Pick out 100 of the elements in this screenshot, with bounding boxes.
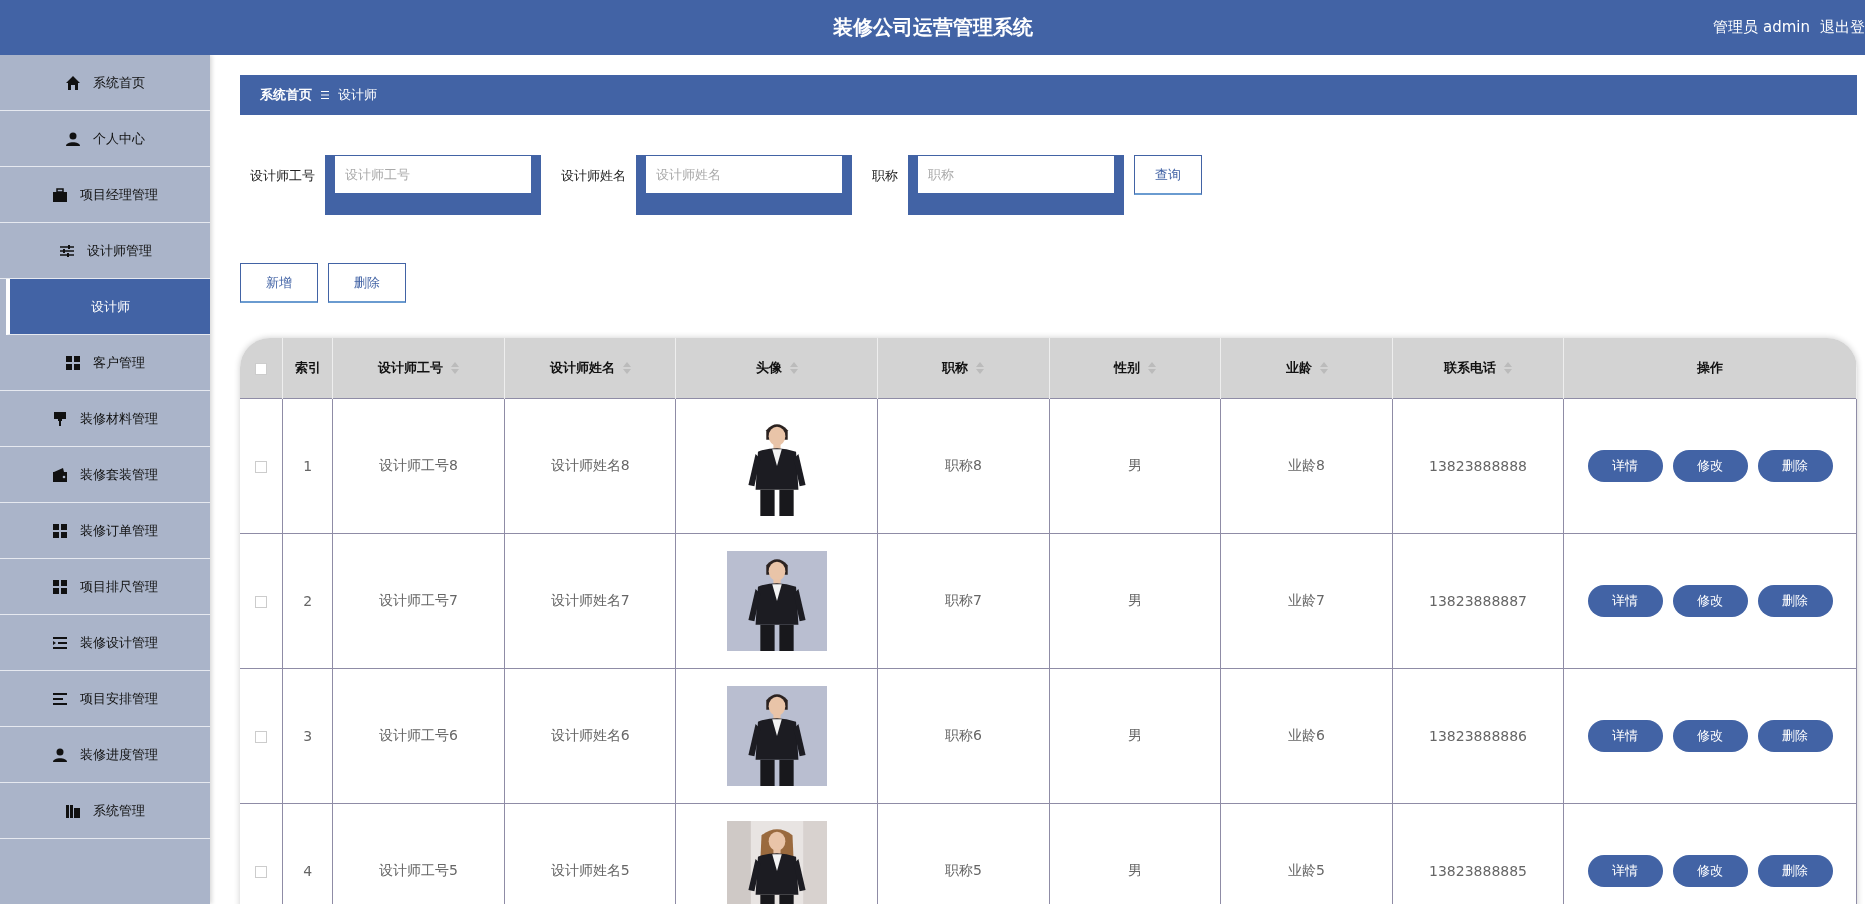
user-icon xyxy=(52,746,68,763)
sidebar-item[interactable]: 装修设计管理 xyxy=(0,615,210,671)
column-header: 职称 xyxy=(942,359,969,377)
wallet-icon xyxy=(52,466,68,483)
sort-icon[interactable] xyxy=(451,362,460,374)
books-icon xyxy=(65,802,81,819)
gender-cell: 男 xyxy=(1127,862,1142,878)
breadcrumb-item[interactable]: 设计师 xyxy=(338,86,377,104)
sidebar-item[interactable]: 装修套装管理 xyxy=(0,447,210,503)
gender-cell: 男 xyxy=(1127,727,1142,743)
column-header: 性别 xyxy=(1113,359,1140,377)
id-cell: 设计师工号7 xyxy=(379,592,459,608)
sort-icon[interactable] xyxy=(622,362,631,374)
row-checkbox[interactable] xyxy=(254,461,267,473)
gender-cell: 男 xyxy=(1127,457,1142,473)
sort-icon[interactable] xyxy=(789,362,798,374)
name-cell: 设计师姓名8 xyxy=(550,457,630,473)
index-cell: 3 xyxy=(303,728,313,744)
sidebar-item[interactable]: 项目经理管理 xyxy=(0,167,210,223)
delete-button[interactable]: 删除 xyxy=(328,263,406,303)
column-header: 设计师工号 xyxy=(378,359,444,377)
search-field[interactable]: 设计师工号 xyxy=(325,155,541,215)
grid-icon xyxy=(52,578,68,595)
sidebar-subitem[interactable]: 设计师 xyxy=(6,279,210,335)
sidebar-item[interactable]: 项目排尺管理 xyxy=(0,559,210,615)
phone-cell: 13823888888 xyxy=(1429,458,1527,474)
column-header: 头像 xyxy=(755,359,782,377)
edit-button[interactable]: 修改 xyxy=(1672,720,1748,752)
app-title: 装修公司运营管理系统 xyxy=(832,14,1033,41)
name-cell: 设计师姓名7 xyxy=(550,592,630,608)
row-checkbox[interactable] xyxy=(254,596,267,608)
id-cell: 设计师工号8 xyxy=(379,457,459,473)
sidebar-item[interactable]: 系统首页 xyxy=(0,55,210,111)
field-label: 设计师工号 xyxy=(250,167,315,185)
sort-icon[interactable] xyxy=(976,362,985,374)
user-label: 管理员 admin xyxy=(1713,18,1810,37)
years-cell: 业龄5 xyxy=(1288,862,1325,878)
details-button[interactable]: 详情 xyxy=(1587,585,1663,617)
delete-button[interactable]: 删除 xyxy=(1757,450,1833,482)
id-cell: 设计师工号5 xyxy=(379,862,459,878)
sidebar-item[interactable]: 项目安排管理 xyxy=(0,671,210,727)
search-field[interactable]: 设计师姓名 xyxy=(636,155,852,215)
title-cell: 职称6 xyxy=(944,727,982,743)
sort-icon[interactable] xyxy=(1504,362,1513,374)
delete-button[interactable]: 删除 xyxy=(1757,855,1833,887)
sidebar-item[interactable]: 装修进度管理 xyxy=(0,727,210,783)
edit-button[interactable]: 修改 xyxy=(1672,585,1748,617)
years-cell: 业龄7 xyxy=(1288,592,1325,608)
add-button[interactable]: 新增 xyxy=(240,263,318,303)
breadcrumb-item[interactable]: 系统首页 xyxy=(260,86,312,104)
sidebar-item[interactable]: 系统管理 xyxy=(0,783,210,839)
select-all-checkbox[interactable] xyxy=(254,363,267,375)
years-cell: 业龄6 xyxy=(1288,727,1325,743)
search-field[interactable]: 职称 xyxy=(908,155,1124,215)
field-label: 设计师姓名 xyxy=(561,167,626,185)
delete-button[interactable]: 删除 xyxy=(1757,720,1833,752)
row-checkbox[interactable] xyxy=(254,866,267,878)
separator-icon xyxy=(320,90,330,100)
field-label: 职称 xyxy=(872,167,898,185)
edit-button[interactable]: 修改 xyxy=(1672,450,1748,482)
details-button[interactable]: 详情 xyxy=(1587,450,1663,482)
grid-icon xyxy=(52,522,68,539)
sidebar-item[interactable]: 装修材料管理 xyxy=(0,391,210,447)
row-checkbox[interactable] xyxy=(254,731,267,743)
index-cell: 1 xyxy=(303,458,313,474)
edit-button[interactable]: 修改 xyxy=(1672,855,1748,887)
gender-cell: 男 xyxy=(1127,592,1142,608)
home-icon xyxy=(65,74,81,91)
sort-icon[interactable] xyxy=(1319,362,1328,374)
grid-icon xyxy=(65,354,81,371)
id-cell: 设计师工号6 xyxy=(379,727,459,743)
user-icon xyxy=(65,130,81,147)
sidebar-item[interactable]: 客户管理 xyxy=(0,335,210,391)
column-header: 索引 xyxy=(294,359,321,377)
index-cell: 4 xyxy=(303,863,313,879)
index-cell: 2 xyxy=(303,593,313,609)
years-cell: 业龄8 xyxy=(1288,457,1325,473)
details-button[interactable]: 详情 xyxy=(1587,855,1663,887)
sort-icon[interactable] xyxy=(1147,362,1156,374)
phone-cell: 13823888885 xyxy=(1429,863,1527,879)
paint-roller-icon xyxy=(52,410,68,427)
sidebar-item[interactable]: 装修订单管理 xyxy=(0,503,210,559)
briefcase-icon xyxy=(52,186,68,203)
delete-button[interactable]: 删除 xyxy=(1757,585,1833,617)
column-header: 联系电话 xyxy=(1444,359,1497,377)
name-cell: 设计师姓名6 xyxy=(550,727,630,743)
indent-list-icon xyxy=(52,634,68,651)
column-header: 设计师姓名 xyxy=(549,359,615,377)
phone-cell: 13823888886 xyxy=(1429,728,1527,744)
column-header: 业龄 xyxy=(1285,359,1312,377)
column-header: 操作 xyxy=(1697,359,1724,377)
query-button[interactable]: 查询 xyxy=(1134,155,1202,195)
name-cell: 设计师姓名5 xyxy=(550,862,630,878)
details-button[interactable]: 详情 xyxy=(1587,720,1663,752)
list-icon xyxy=(52,690,68,707)
phone-cell: 13823888887 xyxy=(1429,593,1527,609)
title-cell: 职称7 xyxy=(944,592,982,608)
title-cell: 职称8 xyxy=(944,457,982,473)
logout-link[interactable]: 退出登 xyxy=(1820,18,1865,37)
sidebar-item[interactable]: 个人中心 xyxy=(0,111,210,167)
